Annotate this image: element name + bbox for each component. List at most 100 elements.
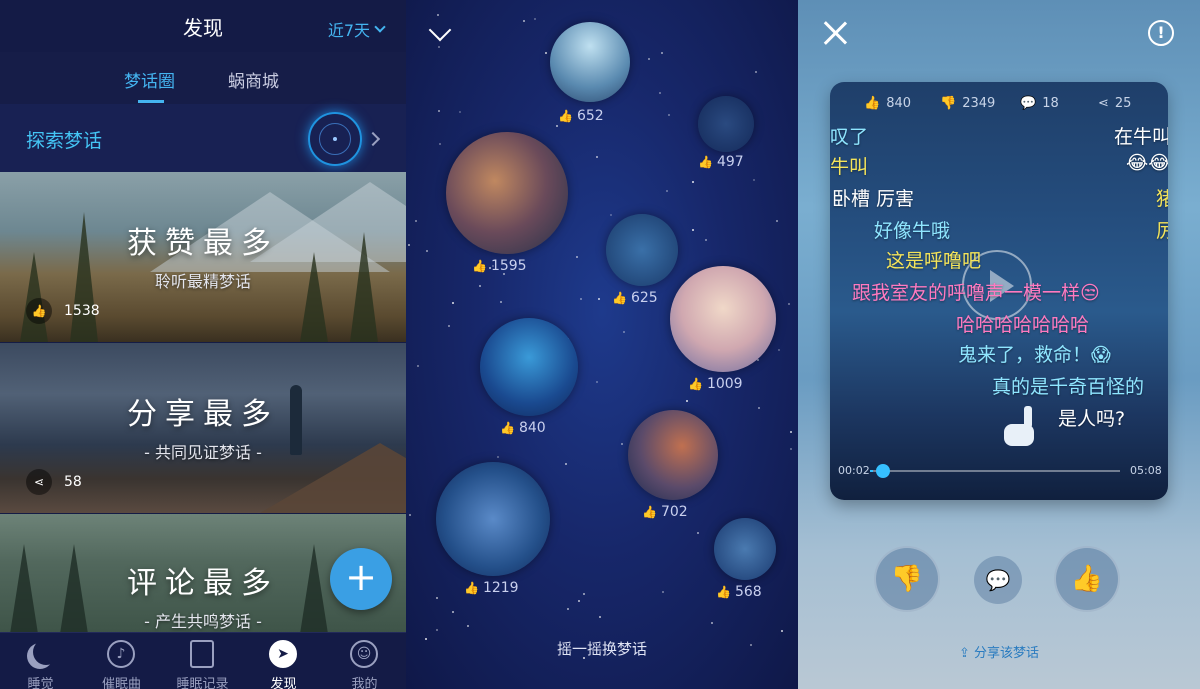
close-icon[interactable]: [822, 20, 848, 46]
tabbar-sleep-record[interactable]: 睡眠记录: [162, 633, 243, 689]
dream-bubble[interactable]: [714, 518, 776, 580]
tabbar-label: 我的: [351, 677, 378, 689]
star-dot: [439, 143, 441, 145]
card-title: 获赞最多: [127, 226, 279, 261]
tab-snail-shop[interactable]: 蜗商城: [228, 67, 279, 92]
danmaku-comment: 这是呼噜吧: [886, 250, 982, 272]
star-dot: [437, 14, 439, 16]
thumbs-up-icon: 👍: [472, 259, 487, 273]
danmaku-comment: 叹了: [830, 126, 869, 148]
explore-row[interactable]: 探索梦话: [0, 104, 406, 172]
dream-bubble[interactable]: [550, 22, 630, 102]
music-note-icon: ♪: [105, 639, 137, 669]
discover-screen: 发现 近7天 梦话圈 蜗商城 探索梦话 获赞最多 聆听最精梦话 👍 1538 分…: [0, 0, 406, 689]
dream-bubble[interactable]: [628, 410, 718, 500]
tab-dream-circle[interactable]: 梦话圈: [124, 67, 175, 92]
bubble-likes: 👍 1595: [472, 258, 527, 274]
star-dot: [596, 156, 598, 158]
explore-screen: 👍 652 👍 497 👍 1595 👍 625 👍 1009 👍 840 👍 702 👍 12…: [406, 0, 798, 689]
star-dot: [479, 285, 481, 287]
star-dot: [599, 616, 601, 618]
time-total: 05:08: [1130, 464, 1162, 477]
dream-bubble[interactable]: [698, 96, 754, 152]
share-dream-link[interactable]: ⇪ 分享该梦话: [798, 642, 1200, 661]
dislike-button[interactable]: 👎: [874, 546, 940, 612]
star-dot: [415, 220, 417, 222]
dream-bubble[interactable]: [480, 318, 578, 416]
tabbar-lullaby[interactable]: ♪ 催眠曲: [81, 633, 162, 689]
comment-button[interactable]: 💬: [974, 556, 1022, 604]
star-dot: [523, 20, 525, 22]
card-most-shared[interactable]: 分享最多 - 共同见证梦话 - ⋖ 58: [0, 343, 406, 513]
period-dropdown[interactable]: 近7天: [327, 17, 386, 41]
shake-hint: 摇一摇换梦话: [556, 640, 647, 658]
star-dot: [409, 514, 411, 516]
tabbar-sleep[interactable]: 睡觉: [0, 633, 81, 689]
tabbar-label: 催眠曲: [101, 677, 141, 689]
add-button[interactable]: +: [330, 548, 392, 610]
dream-bubble[interactable]: [670, 266, 776, 372]
star-dot: [580, 298, 582, 300]
share-icon: ⋖: [26, 469, 52, 495]
comment-icon: 💬: [1020, 96, 1037, 111]
progress-bar[interactable]: [870, 470, 1120, 472]
danmaku-comment: 鬼来了，救命！😱: [958, 344, 1111, 366]
compass-icon: ➤: [267, 639, 299, 669]
bubble-likes: 👍 1219: [464, 580, 519, 596]
progress-knob[interactable]: [876, 464, 890, 478]
star-dot: [758, 407, 760, 409]
star-dot: [452, 611, 454, 613]
thumbs-up-icon: 👍: [558, 109, 573, 123]
thumbs-up-icon: 👍: [716, 585, 731, 599]
dream-player-card[interactable]: 👍 840 👎 2349 💬 18 ⋖ 25 叹了 在牛叫 牛叫 😂😂 卧槽 厉害 猪 …: [830, 82, 1168, 500]
star-dot: [438, 110, 440, 112]
thumbs-up-icon: 👍: [464, 581, 479, 595]
star-dot: [666, 190, 668, 192]
star-dot: [788, 303, 790, 305]
danmaku-comment: 哈哈哈哈哈哈哈: [956, 314, 1090, 336]
star-dot: [598, 298, 600, 300]
tabbar-discover[interactable]: ➤ 发现: [243, 633, 324, 689]
star-dot: [565, 463, 567, 465]
stat-shares: ⋖ 25: [1098, 96, 1132, 111]
star-dot: [467, 625, 469, 627]
star-dot: [623, 331, 625, 333]
dream-bubble[interactable]: [436, 462, 550, 576]
stat-likes: 👍 840: [864, 96, 912, 111]
star-dot: [648, 58, 650, 60]
dream-bubble[interactable]: [606, 214, 678, 286]
thumbs-up-icon: 👍: [688, 377, 703, 391]
moon-icon: [24, 639, 56, 669]
star-dot: [436, 629, 438, 631]
thumbs-up-icon: 👍: [864, 96, 881, 111]
period-label: 近7天: [327, 21, 370, 40]
collapse-chevron-icon[interactable]: [428, 18, 452, 42]
explore-label: 探索梦话: [26, 130, 103, 152]
report-icon[interactable]: !: [1148, 20, 1174, 46]
star-dot: [578, 600, 580, 602]
tabbar-label: 睡觉: [27, 677, 54, 689]
time-current: 00:02: [838, 464, 870, 477]
card-most-liked[interactable]: 获赞最多 聆听最精梦话 👍 1538: [0, 172, 406, 342]
card-subtitle: - 产生共鸣梦话 -: [144, 612, 262, 631]
share-count: 58: [64, 474, 82, 490]
tab-bar: 梦话圈 蜗商城: [0, 52, 406, 104]
star-dot: [448, 325, 450, 327]
thumbs-up-icon: 👍: [642, 505, 657, 519]
player-screen: ! 👍 840 👎 2349 💬 18 ⋖ 25 叹了 在牛叫 牛叫 😂😂 卧槽 厉害 …: [798, 0, 1200, 689]
star-dot: [567, 608, 569, 610]
star-dot: [692, 229, 694, 231]
star-dot: [556, 125, 558, 127]
danmaku-comment: 真的是千奇百怪的: [992, 376, 1145, 398]
star-dot: [408, 244, 410, 246]
danmaku-comment: 是人吗?: [1058, 408, 1126, 430]
star-dot: [438, 46, 440, 48]
like-button[interactable]: 👍: [1054, 546, 1120, 612]
tabbar-mine[interactable]: ☺ 我的: [324, 633, 405, 689]
stat-dislikes: 👎 2349: [940, 96, 996, 111]
star-dot: [705, 239, 707, 241]
dream-bubble[interactable]: [446, 132, 568, 254]
thumbs-up-icon: 👍: [698, 155, 713, 169]
star-dot: [459, 111, 461, 113]
star-dot: [436, 597, 438, 599]
